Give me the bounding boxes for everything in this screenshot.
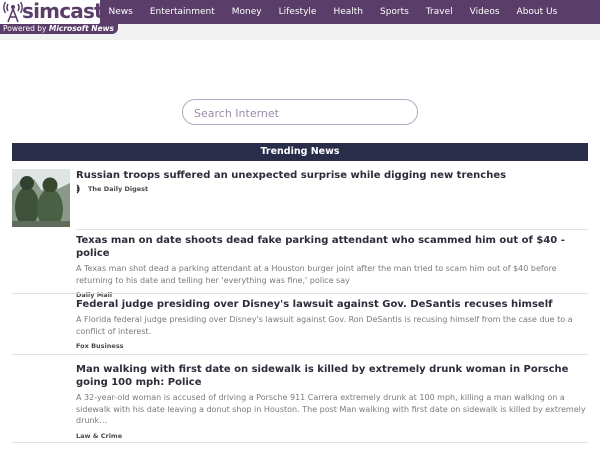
article-body: Texas man on date shoots dead fake parki… <box>76 234 588 299</box>
trending-news-header: Trending News <box>12 143 588 161</box>
article-body: Russian troops suffered an unexpected su… <box>76 169 588 194</box>
logo-box: simcast <box>0 0 104 24</box>
main-nav: News Entertainment Money Lifestyle Healt… <box>100 0 566 24</box>
powered-brand: Microsoft News <box>48 24 115 33</box>
article-source: Fox Business <box>76 342 124 350</box>
search-input[interactable] <box>192 100 406 126</box>
site-logo[interactable]: simcast Powered by Microsoft News <box>0 0 120 34</box>
nav-item-travel[interactable]: Travel <box>417 0 461 24</box>
broadcast-tower-icon <box>3 1 23 23</box>
article-description: A Florida federal judge presiding over D… <box>76 315 573 336</box>
article-source-row: The Daily Digest <box>76 184 588 194</box>
article-description: A Texas man shot dead a parking attendan… <box>76 264 557 285</box>
article-title[interactable]: Federal judge presiding over Disney's la… <box>76 298 588 311</box>
article-item[interactable]: Texas man on date shoots dead fake parki… <box>12 234 588 299</box>
article-body: Federal judge presiding over Disney's la… <box>76 298 588 350</box>
article-source: The Daily Digest <box>88 185 149 193</box>
nav-item-health[interactable]: Health <box>325 0 372 24</box>
article-description: A 32-year-old woman is accused of drivin… <box>76 393 586 425</box>
page: News Entertainment Money Lifestyle Healt… <box>0 0 600 450</box>
article-thumbnail[interactable] <box>12 169 70 227</box>
article-title[interactable]: Texas man on date shoots dead fake parki… <box>76 234 588 260</box>
search-box[interactable] <box>182 99 418 126</box>
powered-prefix: Powered by <box>3 24 49 33</box>
nav-item-about-us[interactable]: About Us <box>508 0 566 24</box>
article-item[interactable]: Federal judge presiding over Disney's la… <box>12 298 588 355</box>
divider <box>12 354 588 355</box>
nav-item-lifestyle[interactable]: Lifestyle <box>270 0 325 24</box>
nav-item-videos[interactable]: Videos <box>461 0 508 24</box>
nav-item-sports[interactable]: Sports <box>372 0 418 24</box>
logo-text: simcast <box>22 0 104 23</box>
article-item[interactable]: Man walking with first date on sidewalk … <box>12 363 588 443</box>
article-source: Law & Crime <box>76 431 123 440</box>
article-title[interactable]: Russian troops suffered an unexpected su… <box>76 169 588 182</box>
divider <box>76 229 588 230</box>
nav-item-money[interactable]: Money <box>223 0 270 24</box>
article-item[interactable]: Russian troops suffered an unexpected su… <box>12 169 588 229</box>
nav-item-entertainment[interactable]: Entertainment <box>141 0 223 24</box>
powered-by-label: Powered by Microsoft News <box>0 24 118 34</box>
article-body: Man walking with first date on sidewalk … <box>76 363 588 440</box>
divider <box>12 442 588 443</box>
audio-wave-icon <box>76 184 80 194</box>
soldiers-image <box>12 169 70 227</box>
divider <box>12 293 588 294</box>
article-title[interactable]: Man walking with first date on sidewalk … <box>76 363 588 389</box>
